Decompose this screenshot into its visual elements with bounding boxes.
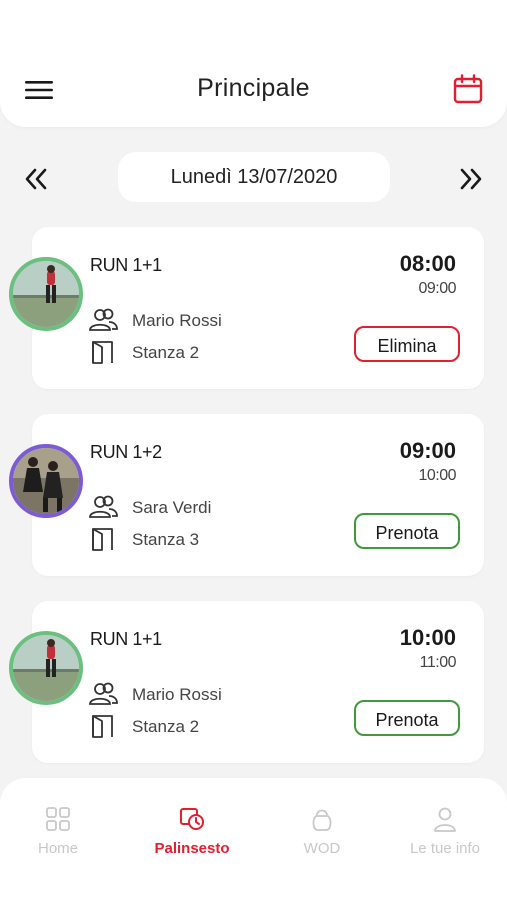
session-card[interactable]: RUN 1+2 09:00 10:00 Sara Verdi Stanza 3 … bbox=[9, 414, 484, 576]
book-button[interactable]: Prenota bbox=[354, 700, 460, 736]
session-card[interactable]: RUN 1+1 08:00 09:00 Mario Rossi Stanza 2… bbox=[9, 227, 484, 389]
room-door-icon bbox=[92, 528, 113, 551]
tab-label: Le tue info bbox=[409, 840, 481, 857]
session-start-time: 08:00 bbox=[399, 251, 456, 276]
tab-wod[interactable]: WOD bbox=[262, 806, 382, 857]
room-name: Stanza 2 bbox=[132, 717, 200, 736]
room-name: Stanza 3 bbox=[132, 530, 200, 549]
session-end-time: 09:00 bbox=[418, 280, 456, 297]
session-card[interactable]: RUN 1+1 10:00 11:00 Mario Rossi Stanza 2… bbox=[9, 601, 484, 763]
session-start-time: 09:00 bbox=[399, 438, 456, 463]
tab-home[interactable]: Home bbox=[0, 806, 118, 857]
calendar-icon[interactable] bbox=[452, 73, 484, 105]
session-title: RUN 1+2 bbox=[90, 442, 162, 462]
trainer-avatar bbox=[9, 631, 83, 705]
tab-palinsesto[interactable]: Palinsesto bbox=[132, 806, 252, 857]
users-icon bbox=[89, 682, 118, 705]
session-title: RUN 1+1 bbox=[90, 629, 162, 649]
session-title: RUN 1+1 bbox=[90, 255, 162, 275]
trainer-name: Mario Rossi bbox=[132, 685, 222, 704]
room-door-icon bbox=[92, 715, 113, 738]
next-day-icon[interactable] bbox=[457, 165, 485, 193]
tab-label: Home bbox=[37, 840, 78, 857]
room-name: Stanza 2 bbox=[132, 343, 200, 362]
tab-le-tue-info[interactable]: Le tue info bbox=[385, 806, 505, 857]
trainer-avatar bbox=[9, 257, 83, 331]
current-date[interactable]: Lunedì 13/07/2020 bbox=[118, 152, 390, 202]
users-icon bbox=[89, 495, 118, 518]
previous-day-icon[interactable] bbox=[22, 165, 50, 193]
tab-label: Palinsesto bbox=[154, 840, 230, 857]
session-end-time: 11:00 bbox=[419, 654, 457, 671]
kettlebell-icon bbox=[312, 809, 332, 831]
users-icon bbox=[89, 308, 118, 331]
trainer-name: Sara Verdi bbox=[132, 498, 212, 517]
grid-icon bbox=[46, 807, 70, 831]
bottom-tab-bar: Home Palinsesto WOD Le tue info bbox=[0, 778, 507, 900]
trainer-avatar bbox=[9, 444, 83, 518]
user-icon bbox=[434, 807, 456, 832]
cancel-booking-button[interactable]: Elimina bbox=[354, 326, 460, 362]
session-start-time: 10:00 bbox=[399, 625, 456, 650]
schedule-icon bbox=[180, 808, 204, 830]
app-header: Principale bbox=[0, 0, 507, 127]
trainer-name: Mario Rossi bbox=[132, 311, 222, 330]
room-door-icon bbox=[92, 341, 113, 364]
page-title: Principale bbox=[197, 74, 310, 102]
tab-label: WOD bbox=[303, 840, 341, 857]
session-end-time: 10:00 bbox=[418, 467, 456, 484]
book-button[interactable]: Prenota bbox=[354, 513, 460, 549]
